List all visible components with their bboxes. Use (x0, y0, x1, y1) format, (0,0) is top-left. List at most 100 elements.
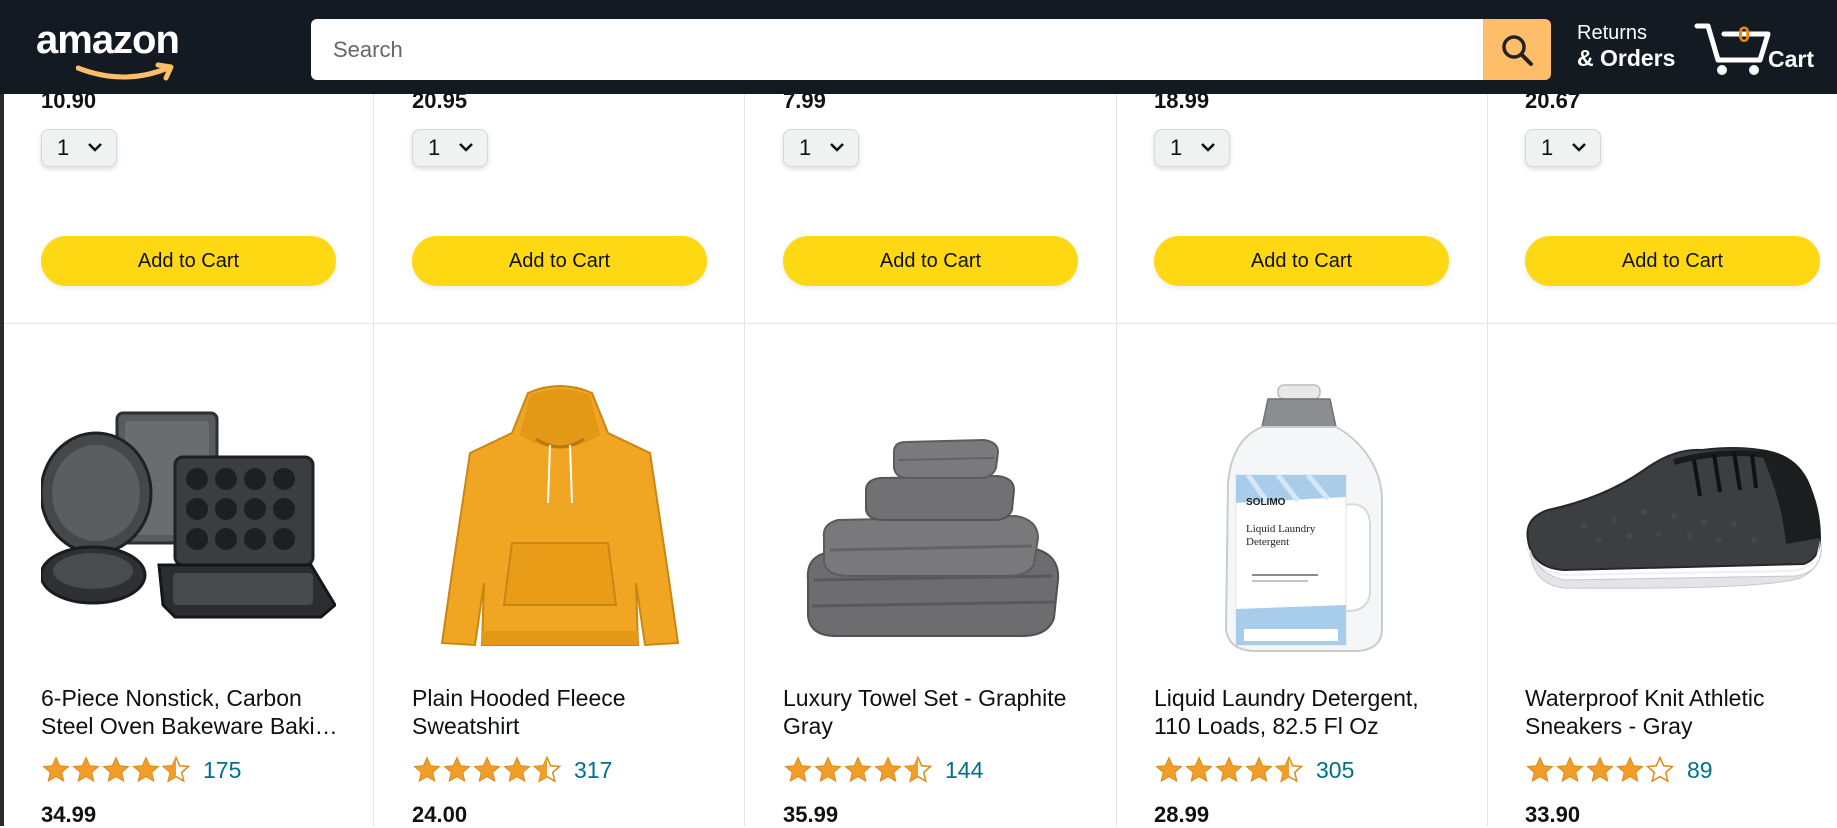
gray-towels-image[interactable] (802, 430, 1064, 640)
chevron-down-icon (830, 143, 844, 152)
column-divider (1487, 94, 1488, 826)
product-title-text: Liquid Laundry Detergent, 110 Loads, 82.… (1154, 685, 1419, 739)
star-half-icon (532, 755, 562, 783)
star-full-icon (784, 756, 812, 783)
star-full-icon (874, 756, 902, 783)
product-title-text: Waterproof Knit Athletic Sneakers - Gray (1525, 685, 1765, 739)
chevron-down-icon (459, 143, 473, 152)
star-rating[interactable]: 89 (1525, 755, 1713, 785)
quantity-value: 1 (1170, 135, 1183, 160)
rating-count-link[interactable]: 175 (203, 757, 241, 784)
returns-orders-link[interactable]: Returns & Orders (1577, 22, 1675, 71)
window-edge (0, 0, 4, 826)
quantity-select[interactable]: 1 (412, 129, 488, 167)
product-title[interactable]: 6-Piece Nonstick, Carbon Steel Oven Bake… (41, 684, 341, 740)
star-full-icon (814, 756, 842, 783)
add-to-cart-button[interactable]: Add to Cart (783, 236, 1078, 286)
star-rating[interactable]: 305 (1154, 755, 1354, 785)
add-to-cart-button[interactable]: Add to Cart (41, 236, 336, 286)
star-empty-icon (1645, 755, 1675, 783)
star-half-icon (903, 755, 933, 783)
rating-count-link[interactable]: 317 (574, 757, 612, 784)
product-title[interactable]: Luxury Towel Set - Graphite Gray (783, 684, 1083, 740)
star-full-icon (102, 756, 130, 783)
chevron-down-icon (88, 143, 102, 152)
quantity-value: 1 (799, 135, 812, 160)
product-title-text: Luxury Towel Set - Graphite Gray (783, 685, 1067, 739)
yellow-hoodie-image[interactable] (440, 383, 680, 653)
star-full-icon (1526, 756, 1554, 783)
bottle-title-line1: Liquid Laundry (1246, 523, 1316, 535)
star-full-icon (1185, 756, 1213, 783)
quantity-select[interactable]: 1 (1154, 129, 1230, 167)
search-icon (1502, 34, 1533, 66)
star-full-icon (844, 756, 872, 783)
star-full-icon (132, 756, 160, 783)
price: 33.90 (1525, 802, 1581, 827)
rating-count-link[interactable]: 144 (945, 757, 983, 784)
star-rating[interactable]: 317 (412, 755, 612, 785)
price: 24.00 (412, 802, 468, 827)
star-full-icon (413, 756, 441, 783)
add-to-cart-button[interactable]: Add to Cart (1525, 236, 1820, 286)
add-to-cart-button[interactable]: Add to Cart (1154, 236, 1449, 286)
column-divider (744, 94, 745, 826)
cart-label: Cart (1768, 46, 1815, 72)
cart-link[interactable]: 0 Cart (1694, 20, 1834, 76)
star-full-icon (1586, 756, 1614, 783)
price: 28.99 (1154, 802, 1210, 827)
search-input[interactable] (311, 19, 1483, 80)
product-title-text: Plain Hooded Fleece Sweatshirt (412, 685, 626, 739)
search-button[interactable] (1483, 19, 1551, 80)
bottle-brand-label: SOLIMO (1246, 497, 1286, 508)
star-full-icon (72, 756, 100, 783)
row-divider (4, 323, 1837, 324)
product-title[interactable]: Plain Hooded Fleece Sweatshirt (412, 684, 712, 740)
bottle-title-line2: Detergent (1246, 536, 1290, 548)
orders-label: & Orders (1577, 45, 1676, 71)
search-bar (311, 19, 1551, 80)
amazon-logo[interactable]: amazon (36, 18, 196, 81)
rating-count-link[interactable]: 89 (1687, 757, 1713, 784)
returns-label: Returns (1577, 22, 1648, 44)
star-full-icon (1245, 756, 1273, 783)
quantity-value: 1 (57, 135, 70, 160)
logo-text: amazon (36, 18, 180, 62)
quantity-value: 1 (428, 135, 441, 160)
quantity-select[interactable]: 1 (41, 129, 117, 167)
chevron-down-icon (1201, 143, 1215, 152)
column-divider (373, 94, 374, 826)
star-rating[interactable]: 175 (41, 755, 241, 785)
detergent-bottle-graphic (1224, 384, 1383, 652)
price: 35.99 (783, 802, 839, 827)
star-full-icon (42, 756, 70, 783)
smile-arrow-icon (76, 62, 174, 81)
quantity-select[interactable]: 1 (1525, 129, 1601, 167)
chevron-down-icon (1572, 143, 1586, 152)
bakeware-set-image[interactable] (41, 405, 336, 635)
add-to-cart-button[interactable]: Add to Cart (412, 236, 707, 286)
star-full-icon (1556, 756, 1584, 783)
star-full-icon (443, 756, 471, 783)
header-bar: amazon Returns & Orders 0 Cart (0, 0, 1837, 94)
quantity-value: 1 (1541, 135, 1554, 160)
product-title-text: 6-Piece Nonstick, Carbon Steel Oven Bake… (41, 685, 341, 739)
star-half-icon (1274, 755, 1304, 783)
star-full-icon (473, 756, 501, 783)
cart-count-badge: 0 (1738, 22, 1751, 47)
cart-icon (1694, 23, 1771, 75)
star-half-icon (161, 755, 191, 783)
star-full-icon (503, 756, 531, 783)
star-full-icon (1155, 756, 1183, 783)
star-full-icon (1215, 756, 1243, 783)
gray-sneaker-image[interactable] (1524, 440, 1822, 600)
product-title[interactable]: Waterproof Knit Athletic Sneakers - Gray (1525, 684, 1825, 740)
rating-count-link[interactable]: 305 (1316, 757, 1354, 784)
star-rating[interactable]: 144 (783, 755, 983, 785)
product-title[interactable]: Liquid Laundry Detergent, 110 Loads, 82.… (1154, 684, 1454, 740)
star-full-icon (1616, 756, 1644, 783)
price: 34.99 (41, 802, 97, 827)
quantity-select[interactable]: 1 (783, 129, 859, 167)
detergent-bottle-image[interactable]: SOLIMO Liquid Laundry Detergent (1218, 383, 1388, 655)
column-divider (1116, 94, 1117, 826)
